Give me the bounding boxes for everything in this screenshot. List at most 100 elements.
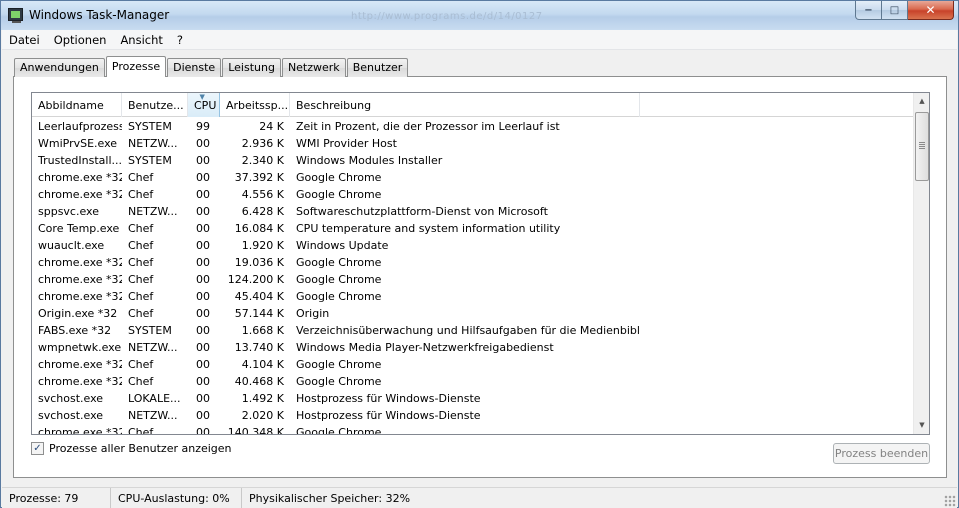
table-row[interactable]: svchost.exe NETZW... 00 2.020 K Hostprozess …	[32, 407, 914, 424]
end-process-button[interactable]: Prozess beenden	[833, 443, 930, 464]
window-controls: − □ ✕	[855, 1, 954, 20]
process-memory: 19.036 K	[234, 256, 284, 269]
show-all-users-option[interactable]: ✓ Prozesse aller Benutzer anzeigen	[31, 442, 232, 455]
close-button[interactable]: ✕	[908, 1, 954, 20]
minimize-button[interactable]: −	[855, 1, 882, 20]
sort-descending-icon: ▼	[199, 93, 205, 101]
table-row[interactable]: wmpnetwk.exe NETZW... 00 13.740 K Windows Me…	[32, 339, 914, 356]
table-row[interactable]: svchost.exe LOKALE... 00 1.492 K Hostprozess…	[32, 390, 914, 407]
menu-optionen[interactable]: Optionen	[47, 30, 114, 50]
tab-leistung[interactable]: Leistung	[222, 58, 281, 77]
process-user: Chef	[128, 188, 154, 201]
tab-dienste[interactable]: Dienste	[167, 58, 222, 77]
table-row[interactable]: chrome.exe *32 Chef 00 45.404 K Google Chrom…	[32, 288, 914, 305]
process-cpu: 00	[196, 171, 210, 184]
task-manager-app-icon	[8, 8, 23, 23]
process-description: Verzeichnisüberwachung und Hilfsaufgaben…	[296, 324, 640, 337]
process-description: Google Chrome	[296, 188, 382, 201]
show-all-users-checkbox[interactable]: ✓	[31, 442, 44, 455]
table-row[interactable]: chrome.exe *32 Chef 00 19.036 K Google Chrom…	[32, 254, 914, 271]
process-memory: 124.200 K	[227, 273, 284, 286]
column-header-filler	[640, 93, 914, 117]
process-user: NETZW...	[128, 205, 178, 218]
tab-prozesse[interactable]: Prozesse	[105, 56, 167, 77]
menu-help[interactable]: ?	[170, 30, 190, 50]
column-header-memory[interactable]: Arbeitssp...	[220, 93, 290, 117]
table-row[interactable]: chrome.exe *32 Chef 00 124.200 K Google Chro…	[32, 271, 914, 288]
status-cpu-usage: CPU-Auslastung: 0%	[111, 488, 242, 508]
scroll-up-arrow-icon[interactable]: ▲	[914, 93, 929, 110]
table-row[interactable]: WmiPrvSE.exe NETZW... 00 2.936 K WMI Provide…	[32, 135, 914, 152]
process-user: SYSTEM	[128, 154, 172, 167]
process-user: Chef	[128, 239, 154, 252]
process-description: Windows Update	[296, 239, 389, 252]
table-row[interactable]: Origin.exe *32 Chef 00 57.144 K Origin	[32, 305, 914, 322]
table-row[interactable]: sppsvc.exe NETZW... 00 6.428 K Softwareschut…	[32, 203, 914, 220]
process-list[interactable]: Abbildname Benutze... ▼ CPU Arbeitssp...…	[31, 92, 930, 435]
process-description: CPU temperature and system information u…	[296, 222, 561, 235]
table-row[interactable]: TrustedInstall... SYSTEM 00 2.340 K Windows …	[32, 152, 914, 169]
table-row[interactable]: chrome.exe *32 Chef 00 4.104 K Google Chrome	[32, 356, 914, 373]
process-memory: 24 K	[259, 120, 284, 133]
tab-netzwerk[interactable]: Netzwerk	[281, 58, 346, 77]
process-description: Google Chrome	[296, 290, 382, 303]
scroll-down-arrow-icon[interactable]: ▼	[914, 417, 929, 434]
process-list-header: Abbildname Benutze... ▼ CPU Arbeitssp...…	[32, 93, 914, 117]
process-description: Windows Modules Installer	[296, 154, 443, 167]
process-image-name: FABS.exe *32	[38, 324, 112, 337]
process-image-name: wuauclt.exe	[38, 239, 105, 252]
show-all-users-label[interactable]: Prozesse aller Benutzer anzeigen	[49, 442, 232, 455]
tab-benutzer[interactable]: Benutzer	[346, 58, 409, 77]
column-header-cpu[interactable]: ▼ CPU	[188, 93, 220, 117]
menu-ansicht[interactable]: Ansicht	[113, 30, 169, 50]
process-user: SYSTEM	[128, 120, 172, 133]
maximize-button[interactable]: □	[882, 1, 908, 20]
task-manager-window: Windows Task-Manager http://www.programs…	[0, 0, 959, 508]
process-memory: 1.492 K	[241, 392, 284, 405]
menu-bar: Datei Optionen Ansicht ?	[2, 30, 957, 50]
table-row[interactable]: chrome.exe *32 Chef 00 4.556 K Google Chrome	[32, 186, 914, 203]
process-cpu: 00	[196, 358, 210, 371]
table-row[interactable]: chrome.exe *32 Chef 00 140.348 K Google Chro…	[32, 424, 914, 434]
process-cpu: 00	[196, 205, 210, 218]
vertical-scrollbar[interactable]: ▲ ▼	[913, 93, 929, 434]
table-row[interactable]: Leerlaufprozess SYSTEM 99 24 K Zeit in Proze…	[32, 118, 914, 135]
process-user: Chef	[128, 222, 154, 235]
process-memory: 13.740 K	[234, 341, 284, 354]
process-image-name: Origin.exe *32	[38, 307, 118, 320]
column-header-description[interactable]: Beschreibung	[290, 93, 640, 117]
table-row[interactable]: chrome.exe *32 Chef 00 37.392 K Google Chrom…	[32, 169, 914, 186]
process-image-name: chrome.exe *32	[38, 290, 122, 303]
column-header-user[interactable]: Benutze...	[122, 93, 188, 117]
process-cpu: 00	[196, 409, 210, 422]
column-header-image-name[interactable]: Abbildname	[32, 93, 122, 117]
process-user: Chef	[128, 171, 154, 184]
table-row[interactable]: Core Temp.exe Chef 00 16.084 K CPU temperatu…	[32, 220, 914, 237]
tab-anwendungen[interactable]: Anwendungen	[14, 58, 105, 77]
process-cpu: 00	[196, 273, 210, 286]
table-row[interactable]: chrome.exe *32 Chef 00 40.468 K Google Chrom…	[32, 373, 914, 390]
process-memory: 2.936 K	[241, 137, 284, 150]
process-image-name: wmpnetwk.exe	[38, 341, 122, 354]
process-cpu: 00	[196, 222, 210, 235]
process-image-name: chrome.exe *32	[38, 375, 122, 388]
scroll-grip-icon	[919, 142, 925, 149]
tab-strip: Anwendungen Prozesse Dienste Leistung Ne…	[14, 56, 409, 77]
scroll-thumb[interactable]	[915, 112, 929, 181]
process-memory: 4.104 K	[241, 358, 284, 371]
process-image-name: Core Temp.exe	[38, 222, 120, 235]
process-image-name: chrome.exe *32	[38, 273, 122, 286]
process-memory: 40.468 K	[234, 375, 284, 388]
table-row[interactable]: FABS.exe *32 SYSTEM 00 1.668 K Verzeichnisüb…	[32, 322, 914, 339]
table-row[interactable]: wuauclt.exe Chef 00 1.920 K Windows Update	[32, 237, 914, 254]
resize-grip-icon[interactable]	[944, 495, 956, 507]
title-bar[interactable]: Windows Task-Manager http://www.programs…	[1, 1, 958, 30]
process-image-name: WmiPrvSE.exe	[38, 137, 118, 150]
process-memory: 1.920 K	[241, 239, 284, 252]
process-user: Chef	[128, 358, 154, 371]
process-memory: 45.404 K	[234, 290, 284, 303]
menu-datei[interactable]: Datei	[2, 30, 47, 50]
process-description: WMI Provider Host	[296, 137, 397, 150]
process-user: Chef	[128, 273, 154, 286]
process-memory: 57.144 K	[234, 307, 284, 320]
